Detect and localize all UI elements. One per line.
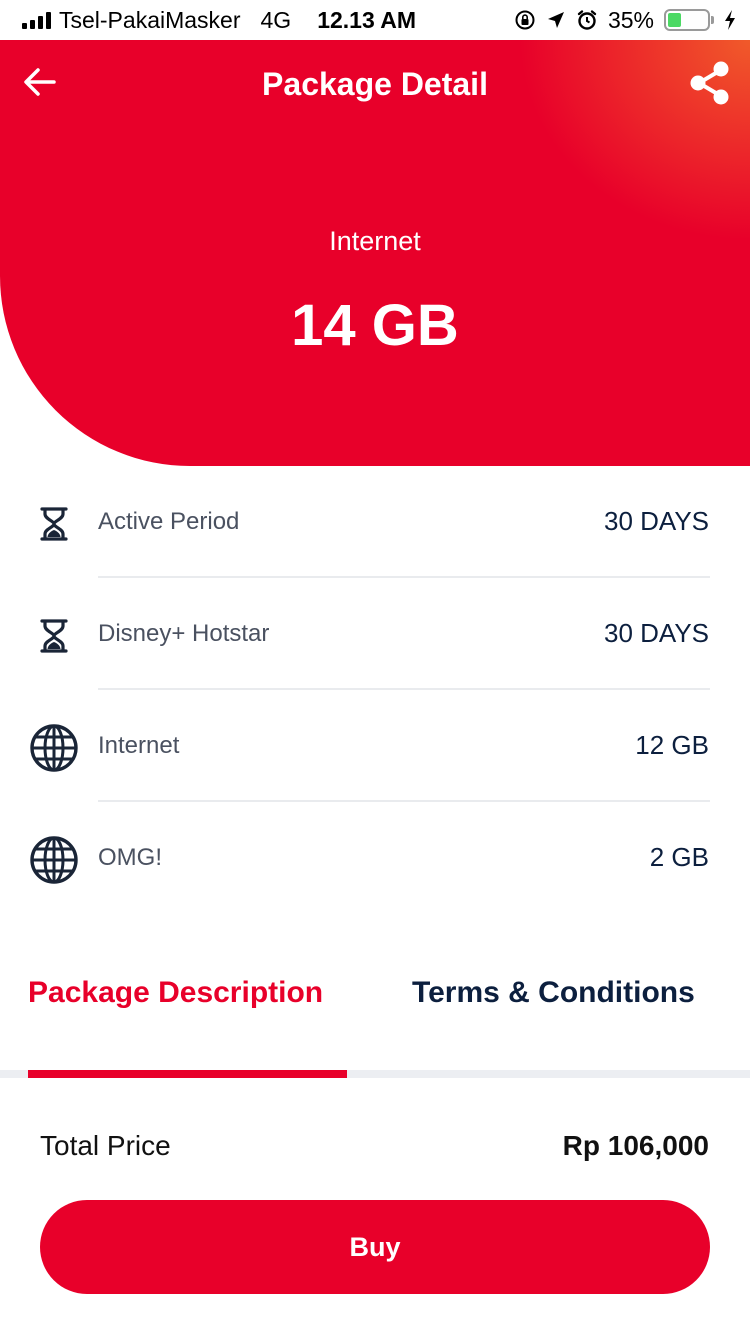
globe-icon [28, 834, 80, 886]
status-bar-right: 35% [514, 0, 736, 40]
hourglass-icon [28, 498, 80, 550]
package-category: Internet [329, 226, 421, 256]
network-type: 4G [260, 6, 292, 33]
benefit-row-internet: Internet 12 GB [0, 690, 750, 802]
benefit-label: Disney+ Hotstar [98, 620, 270, 647]
benefit-row-disney-hotstar: Disney+ Hotstar 30 DAYS [0, 578, 750, 690]
battery-icon [664, 9, 714, 31]
tab-package-description[interactable]: Package Description [28, 976, 323, 1010]
hourglass-icon [28, 610, 80, 662]
tab-bar: Package Description Terms & Conditions [0, 960, 750, 1078]
benefit-list: Active Period 30 DAYS Disney+ Hotstar 30… [0, 466, 750, 914]
benefit-value: 30 DAYS [603, 506, 709, 536]
benefit-row-omg: OMG! 2 GB [0, 802, 750, 914]
battery-percent: 35% [607, 6, 654, 33]
share-button[interactable] [688, 60, 732, 106]
location-arrow-icon [546, 10, 566, 30]
benefit-label: Active Period [98, 508, 240, 535]
benefit-value: 30 DAYS [603, 618, 709, 648]
benefit-value: 12 GB [635, 730, 709, 760]
charging-bolt-icon [724, 10, 736, 30]
buy-button-label: Buy [349, 1231, 401, 1262]
status-time: 12.13 AM [317, 6, 417, 33]
benefit-label: OMG! [98, 844, 162, 871]
carrier-name: Tsel-PakaiMasker [59, 6, 241, 33]
tab-terms-conditions[interactable]: Terms & Conditions [412, 976, 695, 1010]
orientation-lock-icon [514, 9, 536, 31]
globe-icon [28, 722, 80, 774]
share-icon [690, 61, 729, 105]
battery-level-fill [668, 13, 682, 27]
total-price-label: Total Price [40, 1130, 171, 1161]
status-bar-left: Tsel-PakaiMasker 4G 12.13 AM [22, 0, 416, 40]
total-price-value: Rp 106,000 [562, 1130, 709, 1161]
status-bar: Tsel-PakaiMasker 4G 12.13 AM 35% [0, 0, 750, 40]
package-hero: Package Detail Internet 14 GB [0, 40, 750, 466]
benefit-value: 2 GB [649, 842, 709, 872]
page-title: Package Detail [262, 66, 488, 102]
benefit-label: Internet [98, 732, 180, 759]
buy-button[interactable]: Buy [40, 1200, 710, 1294]
signal-icon [22, 11, 51, 29]
package-quota: 14 GB [291, 293, 459, 358]
active-tab-indicator [28, 1070, 347, 1078]
alarm-icon [576, 9, 598, 31]
benefit-row-active-period: Active Period 30 DAYS [0, 466, 750, 578]
